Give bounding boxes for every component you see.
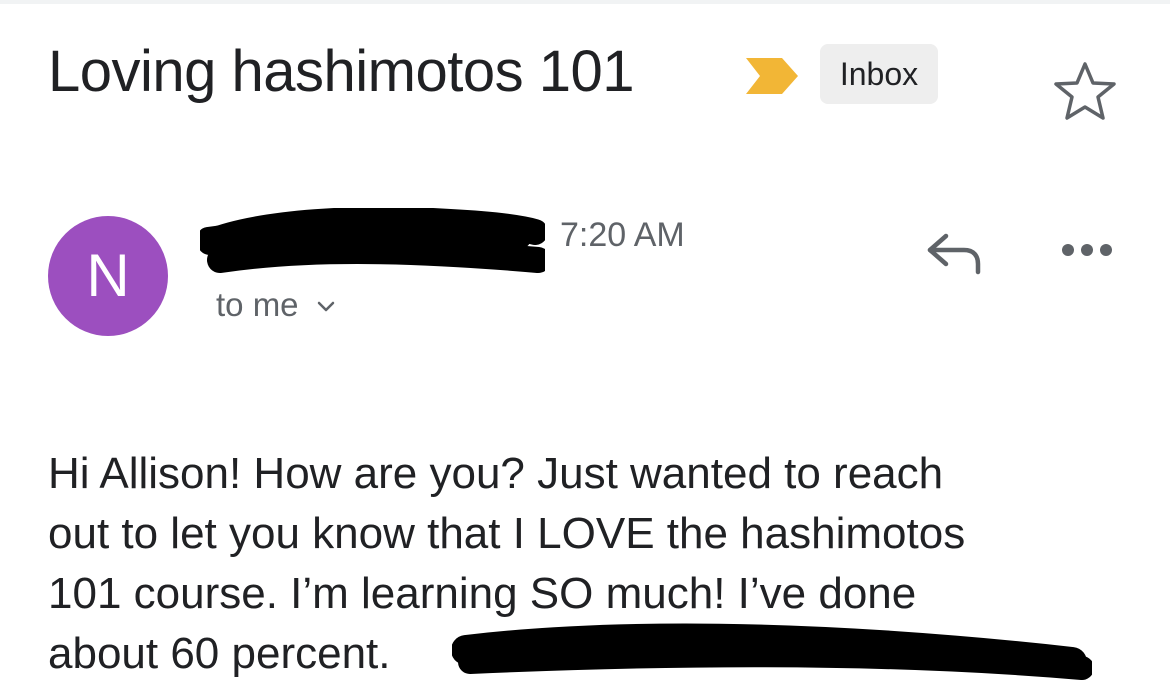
- star-icon[interactable]: [1052, 60, 1118, 122]
- email-view: Loving hashimotos 101 Inbox N 7:20 AM to…: [0, 0, 1170, 686]
- importance-marker-icon[interactable]: [744, 56, 800, 96]
- reply-icon[interactable]: [924, 228, 984, 276]
- body-line: Hi Allison! How are you? Just wanted to …: [48, 449, 944, 498]
- body-line: 101 course. I’m learning SO much! I’ve d…: [48, 569, 917, 618]
- chevron-down-icon: [317, 302, 334, 312]
- email-subject: Loving hashimotos 101: [48, 39, 635, 104]
- email-time: 7:20 AM: [560, 216, 685, 254]
- avatar[interactable]: N: [48, 216, 168, 336]
- recipient-details-toggle[interactable]: to me: [216, 284, 336, 326]
- recipient-label: to me: [216, 286, 299, 323]
- more-options-icon[interactable]: [1060, 238, 1114, 262]
- inbox-label-chip[interactable]: Inbox: [820, 44, 938, 104]
- sender-name[interactable]: [200, 208, 545, 278]
- top-divider: [0, 0, 1170, 4]
- sender-redaction-mark: [200, 208, 545, 273]
- body-line: out to let you know that I LOVE the hash…: [48, 509, 966, 558]
- body-redaction-mark: [452, 623, 1092, 680]
